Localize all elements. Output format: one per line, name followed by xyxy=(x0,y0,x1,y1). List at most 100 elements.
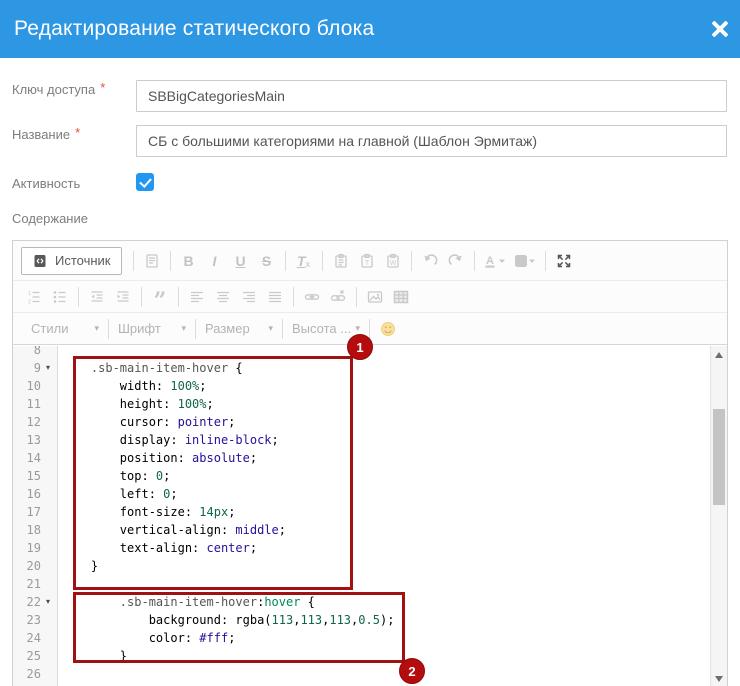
line-number-row: 20 xyxy=(13,557,58,575)
code-line[interactable] xyxy=(58,575,710,593)
styles-dropdown[interactable]: Стили ▾ xyxy=(27,316,103,342)
maximize-button[interactable] xyxy=(551,249,577,273)
paste-text-button[interactable]: T xyxy=(354,249,380,273)
code-line[interactable]: } xyxy=(58,557,710,575)
svg-text:1: 1 xyxy=(28,290,31,296)
text-color-button[interactable]: A xyxy=(480,249,510,273)
paste-word-button[interactable]: W xyxy=(380,249,406,273)
active-checkbox[interactable] xyxy=(136,173,154,191)
toolbar-separator xyxy=(133,251,134,271)
line-number-row: 22▾ xyxy=(13,593,58,611)
undo-button[interactable] xyxy=(417,249,443,273)
toolbar-separator xyxy=(356,287,357,307)
italic-button[interactable]: I xyxy=(202,249,228,273)
close-icon[interactable] xyxy=(708,17,732,41)
vertical-scrollbar[interactable] xyxy=(710,346,727,686)
code-line[interactable]: vertical-align: middle; xyxy=(58,521,710,539)
code-line[interactable]: text-align: center; xyxy=(58,539,710,557)
bulleted-list-button[interactable] xyxy=(47,285,73,309)
scroll-down-arrow-icon[interactable] xyxy=(711,670,727,686)
font-dropdown[interactable]: Шрифт ▾ xyxy=(114,316,190,342)
active-label: Активность xyxy=(12,176,80,191)
smiley-icon xyxy=(380,321,396,337)
code-line[interactable]: width: 100%; xyxy=(58,377,710,395)
fold-placeholder xyxy=(41,575,55,593)
code-line[interactable]: top: 0; xyxy=(58,467,710,485)
link-button[interactable] xyxy=(299,285,325,309)
svg-text:A: A xyxy=(486,255,494,267)
svg-text:A: A xyxy=(517,257,524,268)
access-key-input[interactable] xyxy=(136,80,727,112)
line-number-row: 17 xyxy=(13,503,58,521)
code-line[interactable]: display: inline-block; xyxy=(58,431,710,449)
line-number-row: 8 xyxy=(13,346,58,359)
toolbar-separator xyxy=(78,287,79,307)
line-number-row: 11 xyxy=(13,395,58,413)
table-button[interactable] xyxy=(388,285,414,309)
code-line[interactable]: background: rgba(113,113,113,0.5); xyxy=(58,611,710,629)
line-number-row: 21 xyxy=(13,575,58,593)
name-input[interactable] xyxy=(136,125,727,157)
code-line[interactable]: font-size: 14px; xyxy=(58,503,710,521)
fold-placeholder xyxy=(41,647,55,665)
code-lines[interactable]: .sb-main-item-hover { width: 100%; heigh… xyxy=(58,346,710,683)
image-button[interactable] xyxy=(362,285,388,309)
code-line[interactable]: .sb-main-item-hover:hover { xyxy=(58,593,710,611)
blockquote-button[interactable]: ” xyxy=(147,285,173,309)
fold-arrow-icon[interactable]: ▾ xyxy=(41,359,55,377)
fold-placeholder xyxy=(41,449,55,467)
fold-placeholder xyxy=(41,485,55,503)
align-center-icon xyxy=(215,289,231,305)
bg-color-button[interactable]: A xyxy=(510,249,540,273)
code-line[interactable]: .sb-main-item-hover { xyxy=(58,359,710,377)
source-button[interactable]: Источник xyxy=(21,247,122,275)
toolbar-separator xyxy=(474,251,475,271)
page-title: Редактирование статического блока xyxy=(14,17,374,41)
outdent-button[interactable] xyxy=(84,285,110,309)
code-line[interactable] xyxy=(58,665,710,683)
align-right-button[interactable] xyxy=(236,285,262,309)
fold-placeholder xyxy=(41,395,55,413)
clipboard-text-icon: T xyxy=(359,253,375,269)
remove-format-button[interactable]: Tx xyxy=(291,249,317,273)
scroll-up-arrow-icon[interactable] xyxy=(711,346,727,363)
clipboard-icon xyxy=(333,253,349,269)
align-left-button[interactable] xyxy=(184,285,210,309)
link-icon xyxy=(304,289,320,305)
line-number-row: 13 xyxy=(13,431,58,449)
chevron-down-icon: ▾ xyxy=(355,323,360,334)
smiley-button[interactable] xyxy=(375,317,401,341)
bold-button[interactable]: B xyxy=(176,249,202,273)
name-label: Название* xyxy=(12,127,80,142)
code-line[interactable]: } xyxy=(58,647,710,665)
numbered-list-button[interactable]: 1 2 xyxy=(21,285,47,309)
justify-icon xyxy=(267,289,283,305)
fold-placeholder xyxy=(41,665,55,683)
align-center-button[interactable] xyxy=(210,285,236,309)
source-code-area[interactable]: 89▾10111213141516171819202122▾23242526 .… xyxy=(13,346,727,686)
fold-placeholder xyxy=(41,629,55,647)
unlink-button[interactable] xyxy=(325,285,351,309)
scrollbar-thumb[interactable] xyxy=(713,409,725,505)
content-label: Содержание xyxy=(12,211,88,226)
code-line[interactable]: height: 100%; xyxy=(58,395,710,413)
strikethrough-button[interactable]: S xyxy=(254,249,280,273)
fold-arrow-icon[interactable]: ▾ xyxy=(41,593,55,611)
undo-icon xyxy=(422,253,438,269)
code-line[interactable]: left: 0; xyxy=(58,485,710,503)
justify-button[interactable] xyxy=(262,285,288,309)
code-line[interactable] xyxy=(58,346,710,359)
redo-button[interactable] xyxy=(443,249,469,273)
indent-button[interactable] xyxy=(110,285,136,309)
chevron-down-icon: ▾ xyxy=(181,323,186,334)
line-numbers: 89▾10111213141516171819202122▾23242526 xyxy=(13,346,58,683)
align-left-icon xyxy=(189,289,205,305)
underline-button[interactable]: U xyxy=(228,249,254,273)
bg-color-icon: A xyxy=(514,253,536,269)
code-line[interactable]: position: absolute; xyxy=(58,449,710,467)
size-dropdown[interactable]: Размер ▾ xyxy=(201,316,277,342)
code-line[interactable]: cursor: pointer; xyxy=(58,413,710,431)
paste-button[interactable] xyxy=(328,249,354,273)
templates-button[interactable] xyxy=(139,249,165,273)
code-line[interactable]: color: #fff; xyxy=(58,629,710,647)
